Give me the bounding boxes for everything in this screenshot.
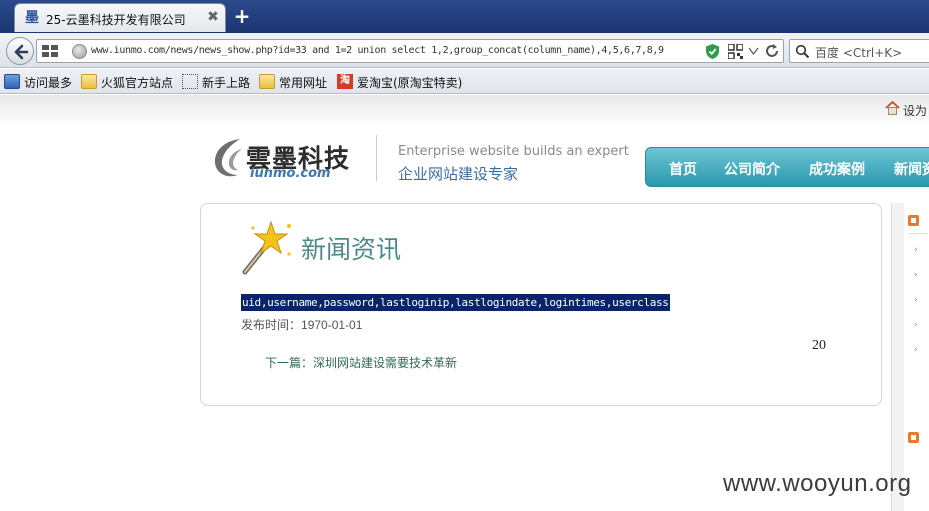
news-content-panel: 新闻资讯 uid,username,password,lastloginip,l… xyxy=(200,203,882,406)
sidebar-arrow-icon[interactable]: › xyxy=(914,320,920,330)
reload-icon[interactable] xyxy=(764,43,780,59)
new-tab-button[interactable]: + xyxy=(232,6,252,26)
browser-tab[interactable]: 墨 25-云墨科技开发有限公司 ✖ xyxy=(14,3,226,32)
injected-number: 20 xyxy=(812,338,826,353)
web-page: 设为 雲墨科技 iunmo.com Enterprise website bui… xyxy=(0,95,929,511)
tab-bar: 墨 25-云墨科技开发有限公司 ✖ + xyxy=(0,0,929,33)
section-title: 新闻资讯 xyxy=(301,235,402,264)
sidebar-heading-bullet-icon xyxy=(908,432,919,443)
address-bar[interactable]: www.iunmo.com/news/news_show.php?id=33 a… xyxy=(36,39,784,63)
security-shield-icon[interactable] xyxy=(705,43,720,60)
bookmark-label: 访问最多 xyxy=(24,76,73,90)
bookmark-label: 火狐官方站点 xyxy=(101,76,174,90)
url-dropdown-icon[interactable] xyxy=(748,47,759,55)
back-button[interactable] xyxy=(6,37,34,65)
bookmark-label: 新手上路 xyxy=(202,76,251,90)
sidebar-arrow-icon[interactable]: › xyxy=(914,295,920,305)
nav-success-cases[interactable]: 成功案例 xyxy=(809,159,865,179)
wooyun-watermark: www.wooyun.org xyxy=(723,470,912,497)
slogan-english: Enterprise website builds an expert xyxy=(398,144,629,159)
sidebar-arrow-icon[interactable]: › xyxy=(914,345,920,355)
site-favicon-icon: 墨 xyxy=(25,10,39,26)
article-title-selected[interactable]: uid,username,password,lastloginip,lastlo… xyxy=(241,294,670,311)
publish-info: 发布时间：1970-01-01 xyxy=(241,316,362,333)
url-input[interactable]: www.iunmo.com/news/news_show.php?id=33 a… xyxy=(91,45,664,56)
close-tab-icon[interactable]: ✖ xyxy=(205,9,221,25)
main-navigation: 首页 公司简介 成功案例 新闻资 xyxy=(645,147,929,187)
sidebar-arrow-icon[interactable]: › xyxy=(914,245,920,255)
bookmark-label: 爱淘宝(原淘宝特卖) xyxy=(357,76,463,90)
nav-home[interactable]: 首页 xyxy=(669,159,697,179)
slogan-chinese: 企业网站建设专家 xyxy=(398,165,519,183)
set-homepage-link[interactable]: 设为 xyxy=(903,102,927,119)
folder-icon xyxy=(259,74,275,89)
navigation-toolbar: www.iunmo.com/news/news_show.php?id=33 a… xyxy=(0,33,929,68)
tab-title: 25-云墨科技开发有限公司 xyxy=(46,13,186,27)
tab-groups-icon[interactable] xyxy=(42,45,58,57)
most-visited-icon xyxy=(4,74,20,89)
sidebar-arrow-icon[interactable]: › xyxy=(914,270,920,280)
search-input[interactable]: 百度 <Ctrl+K> xyxy=(815,44,902,61)
site-identity-globe-icon[interactable] xyxy=(72,44,87,59)
logo-domain[interactable]: iunmo.com xyxy=(250,166,331,181)
nav-company-intro[interactable]: 公司简介 xyxy=(724,159,780,179)
bookmarks-toolbar: 访问最多 火狐官方站点 新手上路 常用网址 淘 爱淘宝(原淘宝特卖) xyxy=(0,69,929,94)
top-strip: 设为 xyxy=(0,95,929,125)
bookmark-label: 常用网址 xyxy=(279,76,328,90)
taobao-icon: 淘 xyxy=(337,74,353,89)
folder-icon xyxy=(81,74,97,89)
right-sidebar: › › › › › xyxy=(891,203,929,511)
page-icon xyxy=(182,74,198,89)
logo-divider xyxy=(376,135,377,181)
publish-label: 发布时间： xyxy=(241,318,302,332)
sidebar-separator xyxy=(908,233,928,234)
next-article-link[interactable]: 下一篇：深圳网站建设需要技术革新 xyxy=(265,354,457,371)
back-arrow-icon xyxy=(14,44,29,60)
home-icon xyxy=(885,101,900,115)
magic-wand-icon xyxy=(242,220,291,275)
logo-swirl-icon xyxy=(214,139,242,177)
nav-news[interactable]: 新闻资 xyxy=(894,159,929,179)
search-box[interactable]: 百度 <Ctrl+K> xyxy=(789,39,929,63)
publish-date: 1970-01-01 xyxy=(301,318,363,332)
qr-code-icon[interactable] xyxy=(728,44,743,59)
sidebar-heading-bullet-icon xyxy=(908,215,919,226)
search-icon xyxy=(795,44,810,59)
